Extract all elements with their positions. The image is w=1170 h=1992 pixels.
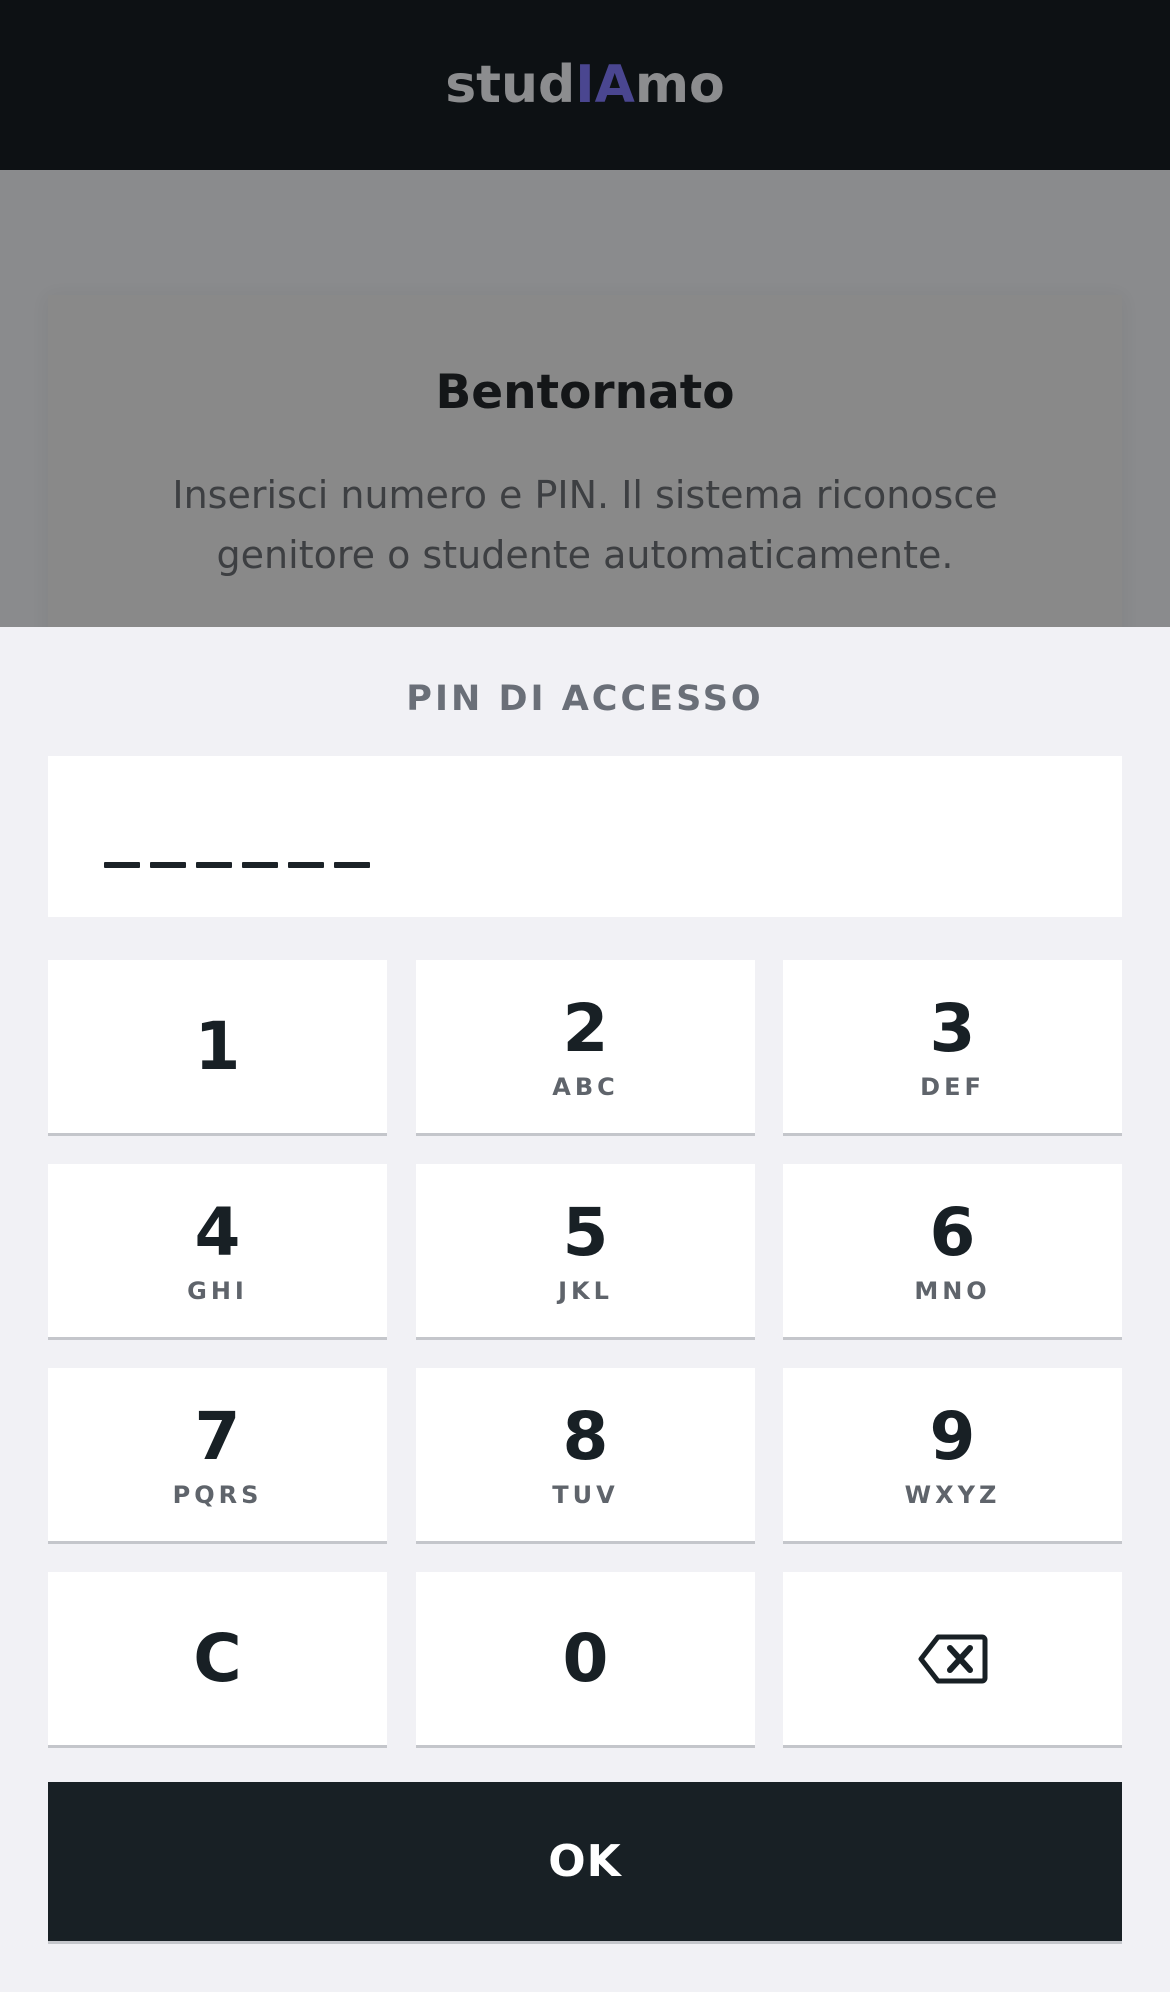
key-digit: 2 xyxy=(562,989,609,1067)
pin-input[interactable] xyxy=(48,756,1122,917)
key-1[interactable]: 1 xyxy=(48,960,387,1136)
app-screen: studIAmo Bentornato Inserisci numero e P… xyxy=(0,0,1170,1992)
key-letters: WXYZ xyxy=(904,1480,1001,1509)
key-7[interactable]: 7 PQRS xyxy=(48,1368,387,1544)
key-digit: 4 xyxy=(194,1193,241,1271)
key-4[interactable]: 4 GHI xyxy=(48,1164,387,1340)
pin-slot xyxy=(288,862,324,868)
backspace-icon xyxy=(918,1634,987,1683)
ok-button[interactable]: OK xyxy=(48,1782,1122,1944)
pin-label: PIN DI ACCESSO xyxy=(406,679,764,719)
app-header: studIAmo xyxy=(0,0,1170,170)
key-letters: JKL xyxy=(558,1276,613,1305)
card-description: Inserisci numero e PIN. Il sistema ricon… xyxy=(172,473,998,577)
pin-slots xyxy=(104,862,370,868)
key-digit: 0 xyxy=(562,1619,609,1697)
card-title: Bentornato xyxy=(435,365,735,420)
key-5[interactable]: 5 JKL xyxy=(416,1164,755,1340)
key-digit: 6 xyxy=(929,1193,976,1271)
key-8[interactable]: 8 TUV xyxy=(416,1368,755,1544)
backspace-key[interactable] xyxy=(783,1572,1122,1748)
key-2[interactable]: 2 ABC xyxy=(416,960,755,1136)
key-digit: 8 xyxy=(562,1397,609,1475)
ok-label: OK xyxy=(548,1836,622,1887)
app-logo: studIAmo xyxy=(445,55,725,115)
pin-keypad-sheet: PIN DI ACCESSO 1 2 ABC 3 DEF 4 GHI 5 JKL… xyxy=(0,627,1170,1992)
clear-key[interactable]: C xyxy=(48,1572,387,1748)
key-digit: 7 xyxy=(194,1397,241,1475)
key-0[interactable]: 0 xyxy=(416,1572,755,1748)
key-letters: ABC xyxy=(552,1072,619,1101)
key-digit: 5 xyxy=(562,1193,609,1271)
key-9[interactable]: 9 WXYZ xyxy=(783,1368,1122,1544)
key-3[interactable]: 3 DEF xyxy=(783,960,1122,1136)
logo-highlight: IA xyxy=(575,55,635,115)
key-digit: 3 xyxy=(929,989,976,1067)
key-letters: GHI xyxy=(187,1276,248,1305)
key-digit: C xyxy=(193,1619,242,1697)
pin-slot xyxy=(104,862,140,868)
key-letters: TUV xyxy=(552,1480,619,1509)
key-letters: PQRS xyxy=(172,1480,263,1509)
pin-slot xyxy=(196,862,232,868)
pin-slot xyxy=(150,862,186,868)
key-letters: DEF xyxy=(920,1072,985,1101)
logo-prefix: stud xyxy=(445,55,576,115)
key-6[interactable]: 6 MNO xyxy=(783,1164,1122,1340)
logo-suffix: mo xyxy=(634,55,725,115)
key-digit: 1 xyxy=(194,1007,241,1085)
key-letters: MNO xyxy=(914,1276,991,1305)
key-digit: 9 xyxy=(929,1397,976,1475)
pin-slot xyxy=(242,862,278,868)
pin-slot xyxy=(334,862,370,868)
